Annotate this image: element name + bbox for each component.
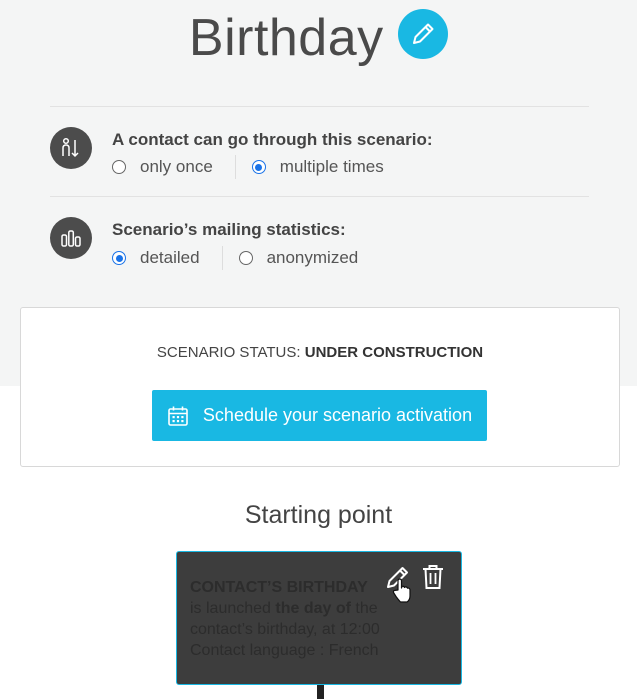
passage-label: A contact can go through this scenario: xyxy=(112,130,433,149)
trigger-name: CONTACT’S BIRTHDAY xyxy=(190,579,368,596)
scenario-title: Birthday xyxy=(188,9,384,67)
divider xyxy=(50,106,589,107)
radio-only-once[interactable] xyxy=(112,160,126,174)
status-card: SCENARIO STATUS: UNDER CONSTRUCTION Sche… xyxy=(20,307,620,467)
radio-separator xyxy=(221,246,223,270)
person-arrows-icon xyxy=(50,127,92,169)
radio-label-only-once[interactable]: only once xyxy=(140,157,213,177)
schedule-button-label: Schedule your scenario activation xyxy=(202,405,473,425)
passage-radio-group: only once multiple times xyxy=(112,155,384,179)
starting-point-card[interactable]: CONTACT’S BIRTHDAY is launched the day o… xyxy=(176,551,462,685)
statistics-label: Scenario’s mailing statistics: xyxy=(112,220,346,239)
trash-icon xyxy=(423,565,443,589)
starting-point-title: Starting point xyxy=(244,501,393,529)
radio-separator xyxy=(234,155,236,179)
statistics-radio-group: detailed anonymized xyxy=(112,246,358,270)
trigger-timing: is launched the day of the xyxy=(190,600,378,617)
title-row: Birthday xyxy=(0,8,637,68)
calendar-icon xyxy=(168,406,188,426)
delete-trigger-button[interactable] xyxy=(421,564,445,595)
radio-detailed[interactable] xyxy=(112,251,126,265)
radio-anonymized[interactable] xyxy=(238,251,253,265)
trigger-language: Contact language : French xyxy=(190,642,379,659)
divider xyxy=(50,196,589,197)
flow-connector xyxy=(317,685,324,699)
status-prefix: SCENARIO STATUS: xyxy=(156,344,301,361)
radio-multiple-times[interactable] xyxy=(251,160,266,174)
radio-label-multiple-times[interactable]: multiple times xyxy=(280,157,384,177)
scenario-status: SCENARIO STATUS: UNDER CONSTRUCTION xyxy=(21,344,619,361)
radio-label-anonymized[interactable]: anonymized xyxy=(267,248,359,268)
pencil-icon xyxy=(413,23,434,44)
hand-cursor-icon xyxy=(392,578,411,603)
status-value: UNDER CONSTRUCTION xyxy=(304,344,484,361)
edit-title-button[interactable] xyxy=(398,9,449,59)
bar-chart-icon xyxy=(50,217,92,259)
schedule-activation-button[interactable]: Schedule your scenario activation xyxy=(152,390,487,441)
radio-label-detailed[interactable]: detailed xyxy=(140,248,200,268)
trigger-description: CONTACT’S BIRTHDAY is launched the day o… xyxy=(190,577,380,661)
trigger-time: contact’s birthday, at 12:00 xyxy=(190,621,380,638)
